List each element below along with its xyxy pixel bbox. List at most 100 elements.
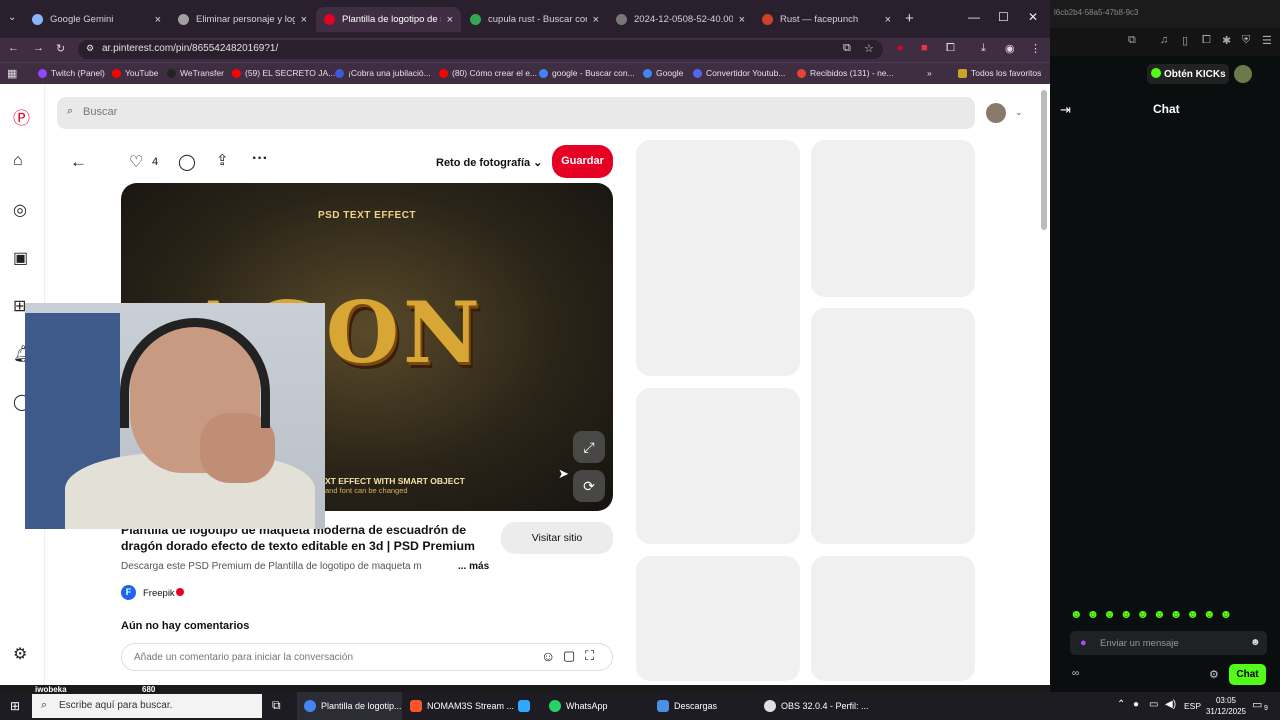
address-bar[interactable]: ⚙ ar.pinterest.com/pin/8655424820169?1/ (78, 40, 883, 59)
home-icon[interactable]: ⌂ (13, 152, 23, 170)
tray-chevron-up-icon[interactable]: ⌃ (1117, 699, 1125, 710)
image-upload-icon[interactable]: ⛶ (585, 648, 594, 664)
browser-menu-icon[interactable]: ⋮ (1030, 42, 1041, 55)
clock[interactable]: 03:05 31/12/2025 (1205, 695, 1247, 717)
bookmarks-overflow-icon[interactable]: » (927, 68, 932, 78)
profile-icon[interactable]: ◉ (1005, 42, 1015, 55)
new-tab-button[interactable]: + (905, 10, 914, 27)
taskbar-app-brave[interactable]: NOMAM3S Stream ... (410, 692, 514, 720)
download-icon[interactable]: ⤓ (981, 42, 986, 55)
window-icon[interactable]: ⧠ (1202, 34, 1211, 47)
close-icon[interactable]: × (739, 14, 745, 26)
bookmark-item[interactable]: (80) Cómo crear el e... (439, 68, 537, 78)
like-heart-icon[interactable]: ♡ (129, 152, 143, 172)
windows-start-icon[interactable]: ⊞ (10, 699, 20, 713)
maximize-button[interactable]: ☐ (998, 10, 1009, 24)
share-icon[interactable]: ⇪ (216, 151, 229, 169)
extensions-puzzle-icon[interactable]: ⧠ (946, 42, 955, 55)
sticker-icon[interactable]: ▢ (563, 648, 575, 664)
bookmark-item[interactable]: google - Buscar con... (539, 68, 635, 78)
apps-grid-icon[interactable]: ▦ (7, 67, 17, 80)
author-name[interactable]: Freepik (143, 588, 175, 599)
tab-video-file[interactable]: 2024-12-0508-52-40.00_02× (608, 7, 753, 32)
chat-settings-icon[interactable]: ⚙ (1209, 668, 1219, 681)
music-icon[interactable]: ♫ (1160, 34, 1168, 46)
tab-rust-facepunch[interactable]: Rust — facepunch × (754, 7, 899, 32)
tab-cupula-rust[interactable]: cupula rust - Buscar con Go× (462, 7, 607, 32)
taskbar-app-whatsapp[interactable]: WhatsApp (549, 692, 608, 720)
visit-site-button[interactable]: Visitar sitio (501, 522, 613, 554)
tab-eliminar-personaje[interactable]: Eliminar personaje y logo × (170, 7, 315, 32)
install-app-icon[interactable]: ⧉ (843, 42, 851, 55)
bookmark-item[interactable]: WeTransfer (167, 68, 224, 78)
panel-icon[interactable]: ⧉ (1128, 34, 1136, 47)
comment-icon[interactable]: ◯ (178, 152, 196, 172)
search-input[interactable]: ⌕ Buscar (57, 97, 975, 129)
sidebar-icon[interactable]: ▯ (1182, 34, 1188, 47)
obtain-kicks-button[interactable]: Obtén KICKs (1147, 64, 1229, 84)
volume-icon[interactable]: ◀) (1165, 699, 1176, 710)
bookmark-item[interactable]: YouTube (112, 68, 158, 78)
site-info-icon[interactable]: ⚙ (86, 43, 94, 54)
close-icon[interactable]: × (593, 14, 599, 26)
bookmark-item[interactable]: Convertidor Youtub... (693, 68, 785, 78)
microphone-icon[interactable]: ● (1080, 637, 1087, 649)
taskbar-search-input[interactable]: ⌕ Escribe aquí para buscar. (32, 694, 262, 718)
bookmark-star-icon[interactable]: ☆ (864, 42, 874, 55)
board-select[interactable]: Reto de fotografía ⌄ (436, 156, 542, 169)
extension-abp-icon[interactable]: ■ (921, 42, 928, 54)
tab-pinterest[interactable]: Plantilla de logotipo de ma× (316, 7, 461, 32)
more-link[interactable]: ... más (458, 561, 489, 572)
emote-bar[interactable]: ☻☻☻☻☻☻☻☻☻☻ (1070, 607, 1260, 625)
chat-send-button[interactable]: Chat (1229, 664, 1266, 685)
comment-input[interactable]: Añade un comentario para iniciar la conv… (121, 643, 613, 671)
notification-center-icon[interactable]: ▭ (1252, 698, 1262, 711)
collapse-chat-icon[interactable]: ⇥ (1060, 102, 1071, 118)
microphone-icon[interactable]: ● (1133, 699, 1139, 710)
shield-icon[interactable]: ⛨ (1242, 34, 1250, 47)
all-bookmarks-folder[interactable]: Todos los favoritos (958, 68, 1041, 78)
tab-search-icon[interactable]: ⌄ (8, 12, 16, 23)
points-icon[interactable]: ∞ (1072, 668, 1079, 679)
network-icon[interactable]: ▭ (1149, 699, 1158, 710)
window-close-button[interactable]: ✕ (1028, 10, 1038, 24)
minimize-button[interactable]: — (968, 10, 980, 24)
avatar[interactable] (986, 103, 1006, 123)
bookmark-item[interactable]: Twitch (Panel) (38, 68, 105, 78)
bookmark-item[interactable]: (59) EL SECRETO JA... (232, 68, 335, 78)
task-view-icon[interactable]: ⧉ (272, 698, 281, 713)
close-icon[interactable]: × (885, 14, 891, 26)
bookmark-item[interactable]: Google (643, 68, 683, 78)
taskbar-app-downloads[interactable]: Descargas (657, 692, 717, 720)
emoji-icon[interactable]: ☻ (1250, 637, 1261, 648)
back-arrow-icon[interactable]: ← (70, 152, 87, 172)
avatar[interactable] (1234, 65, 1252, 83)
taskbar-app-chrome[interactable]: Plantilla de logotip... (297, 692, 402, 720)
expand-icon[interactable]: ⤢ (573, 431, 605, 463)
account-chevron-down-icon[interactable]: ⌄ (1015, 107, 1023, 118)
taskbar-app-lightroom[interactable] (518, 692, 530, 720)
visual-search-icon[interactable]: ⟳ (573, 470, 605, 502)
menu-icon[interactable]: ☰ (1262, 34, 1272, 47)
page-scrollbar[interactable] (1041, 90, 1047, 230)
taskbar-app-obs[interactable]: OBS 32.0.4 - Perfil: ... (764, 692, 869, 720)
close-icon[interactable]: × (447, 14, 453, 26)
save-button[interactable]: Guardar (552, 145, 613, 178)
close-icon[interactable]: × (155, 14, 161, 26)
extension-icon[interactable]: ● (897, 42, 904, 54)
boards-icon[interactable]: ▣ (13, 248, 28, 268)
back-icon[interactable]: ← (8, 42, 19, 54)
explore-compass-icon[interactable]: ◎ (13, 200, 27, 220)
bookmark-item[interactable]: Recibidos (131) - ne... (797, 68, 894, 78)
reload-icon[interactable]: ↻ (56, 42, 65, 55)
more-options-icon[interactable]: ··· (252, 150, 268, 168)
extension-icon[interactable]: ✱ (1222, 34, 1231, 47)
forward-icon[interactable]: → (33, 42, 44, 54)
author-avatar[interactable]: F (121, 585, 136, 600)
bookmark-item[interactable]: ¡Cobra una jubilació... (335, 68, 431, 78)
message-input[interactable]: ● Enviar un mensaje ☻ (1070, 631, 1267, 655)
close-icon[interactable]: × (301, 14, 307, 26)
pinterest-logo-icon[interactable]: Ⓟ (13, 104, 30, 129)
tab-google-gemini[interactable]: Google Gemini × (24, 7, 169, 32)
language-indicator[interactable]: ESP (1184, 701, 1201, 711)
